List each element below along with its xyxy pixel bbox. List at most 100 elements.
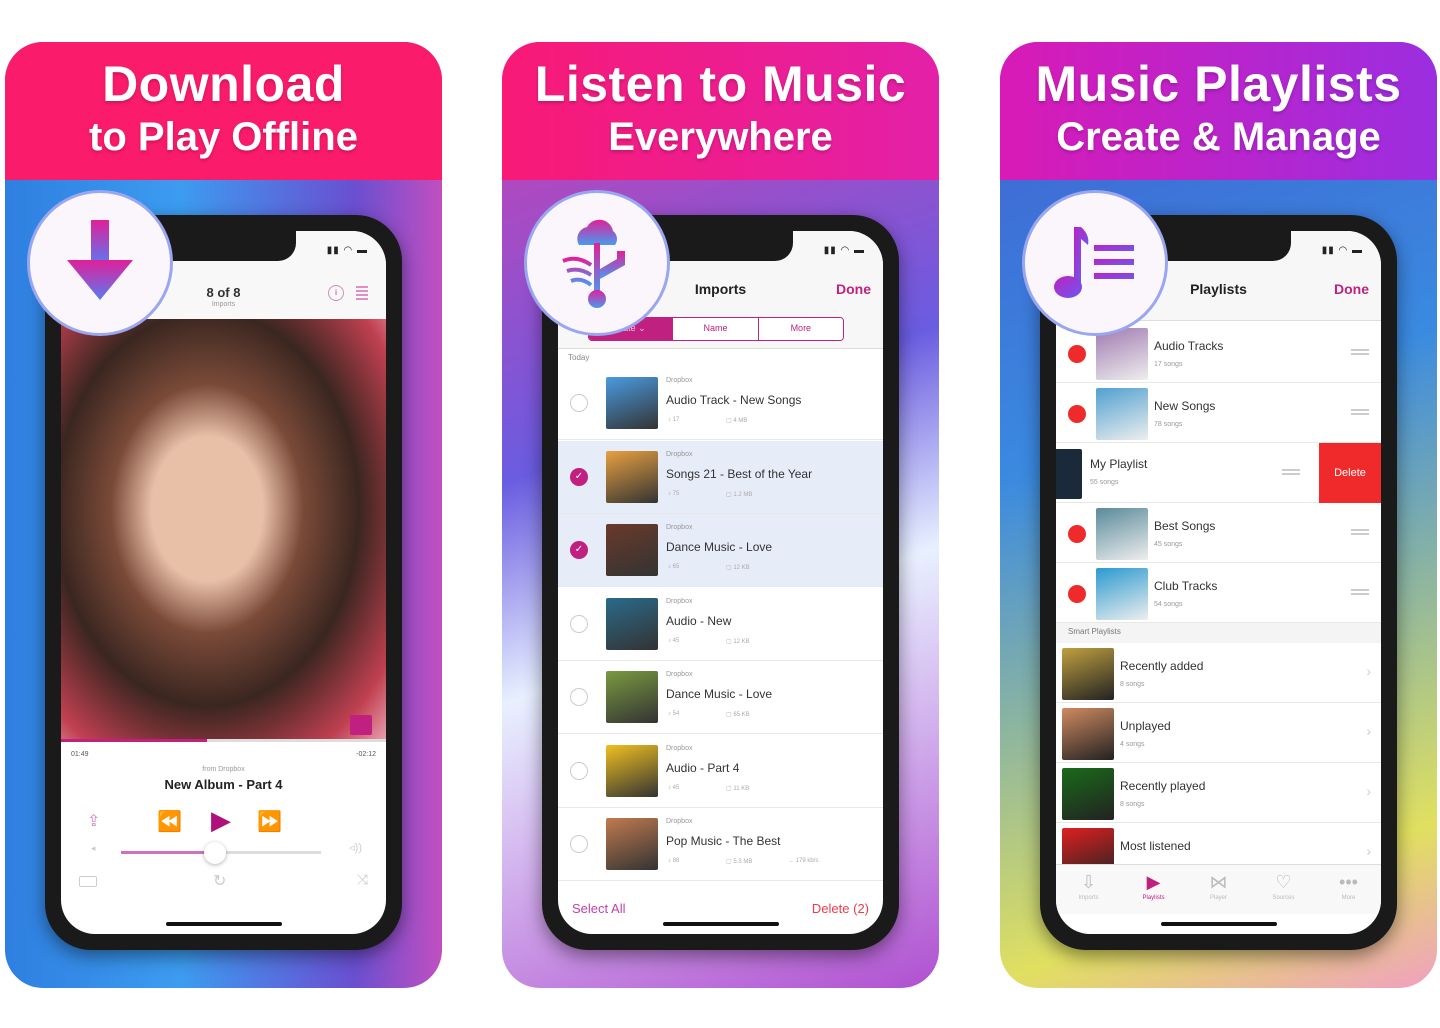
album-art [61,319,386,741]
list-item[interactable]: ✓ Dropbox Dance Music - Love ♪ 65 ▢ 12 KB [558,514,883,587]
reorder-handle-icon[interactable] [1351,409,1369,415]
item-title: Songs 21 - Best of the Year [666,466,813,481]
list-item[interactable]: Dropbox Audio - New ♪ 45 ▢ 12 KB [558,588,883,661]
volume-slider[interactable] [121,842,321,864]
playlist-title: Recently played [1120,779,1206,793]
lyrics-icon[interactable] [350,715,372,735]
item-size: ▢ 1.2 MB [726,491,753,498]
album-thumbnail [606,524,658,576]
playlist-title: Club Tracks [1154,579,1218,593]
playlist-thumbnail [1096,328,1148,380]
section-header: Today [568,353,590,362]
timer-icon[interactable]: ↻ [213,871,226,891]
tab-more[interactable]: ••• More [1316,865,1381,914]
play-button[interactable]: ▶ [211,805,231,836]
list-icon[interactable] [356,286,368,300]
tab-imports[interactable]: ⇩ Imports [1056,865,1121,914]
unchecked-circle-icon[interactable] [570,614,588,633]
playlist-item[interactable]: Best Songs 45 songs [1056,503,1381,563]
reorder-handle-icon[interactable] [1351,589,1369,595]
repeat-icon[interactable] [79,876,97,887]
item-count: ♪ 75 [668,490,680,497]
playlist-song-count: 78 songs [1154,421,1183,428]
reorder-handle-icon[interactable] [1351,529,1369,535]
album-thumbnail [606,597,658,650]
progress-bar[interactable] [61,739,386,742]
item-size: ▢ 11 KB [726,785,750,792]
item-source: Dropbox [666,524,693,531]
fast-forward-button[interactable]: ⏩ [257,809,282,834]
playlist-thumbnail [1096,508,1148,560]
item-source: Dropbox [666,818,693,825]
playlist-song-count: 45 songs [1154,541,1183,548]
reorder-handle-icon[interactable] [1351,349,1369,355]
list-item[interactable]: Dropbox Audio Track - New Songs ♪ 17 ▢ 4 MB [558,367,883,440]
album-thumbnail [606,377,658,429]
playlist-song-count: 54 songs [1154,601,1183,608]
delete-circle-icon[interactable] [1068,525,1086,543]
volume-high-icon: ◃)) [349,842,362,854]
chevron-right-icon: › [1366,783,1371,799]
playlist-song-count: 4 songs [1120,741,1145,748]
playlist-thumbnail [1062,708,1114,760]
done-button[interactable]: Done [1334,281,1369,297]
tab-sources[interactable]: ♡ Sources [1251,865,1316,914]
feature-badge [1022,190,1168,336]
segment-more[interactable]: More [758,318,843,340]
playlist-thumbnail [1062,648,1114,700]
playlist-song-count: 17 songs [1154,361,1183,368]
list-item[interactable]: Dropbox Pop Music - The Best ♪ 88 ▢ 5.3 MB →… [558,808,883,881]
heart-icon: ♡ [1275,872,1292,892]
info-icon[interactable]: i [328,285,344,301]
segment-name[interactable]: Name [673,318,759,340]
playlist-item[interactable]: Club Tracks 54 songs [1056,563,1381,623]
select-all-button[interactable]: Select All [572,901,625,916]
unchecked-circle-icon[interactable] [570,688,588,706]
tab-player[interactable]: ⋈ Player [1186,865,1251,914]
item-count: ♪ 54 [668,711,680,717]
rewind-button[interactable]: ⏪ [157,809,182,834]
playlist-item[interactable]: My Playlist 55 songs Delete [1056,443,1381,503]
tab-label: Imports [1078,895,1099,901]
delete-button[interactable]: Delete [1319,443,1381,503]
panel-playlists: Music Playlists Create & Manage ▮▮ ◠ ▬ P… [1000,42,1437,988]
smart-playlist-item[interactable]: Recently added 8 songs › [1056,643,1381,703]
shuffle-icon[interactable]: ⤨ [357,871,368,888]
tab-playlists[interactable]: ▶ Playlists [1121,865,1186,914]
list-item[interactable]: Dropbox Audio - Part 4 ♪ 45 ▢ 11 KB [558,735,883,808]
playlist-thumbnail [1062,768,1114,820]
share-icon[interactable]: ⇪ [87,811,100,831]
music-list-icon [1054,227,1134,298]
unchecked-circle-icon[interactable] [570,835,588,853]
smart-playlist-item[interactable]: Unplayed 4 songs › [1056,703,1381,763]
checked-circle-icon[interactable]: ✓ [570,541,588,559]
smart-playlist-item[interactable]: Recently played 8 songs › [1056,763,1381,823]
delete-circle-icon[interactable] [1068,345,1086,363]
unchecked-circle-icon[interactable] [570,394,588,412]
playlist-item[interactable]: New Songs 78 songs [1056,383,1381,443]
checked-circle-icon[interactable]: ✓ [570,467,588,486]
status-bar-icons: ▮▮ ◠ ▬ [823,245,865,256]
feature-badge [524,190,670,336]
chevron-right-icon: › [1366,843,1371,859]
playlist-title: Most listened [1120,839,1191,853]
subheadline: Create & Manage [1056,115,1381,159]
section-header: Smart Playlists [1056,623,1381,643]
panel-header: Download to Play Offline [5,42,442,180]
list-item[interactable]: Dropbox Dance Music - Love ♪ 54 ▢ 65 KB [558,661,883,734]
download-tray-icon: ⇩ [1080,872,1097,892]
delete-selected-button[interactable]: Delete (2) [812,901,869,916]
list-item[interactable]: ✓ Dropbox Songs 21 - Best of the Year ♪ 75 ▢… [558,440,883,514]
item-size: ▢ 65 KB [726,712,750,718]
delete-circle-icon[interactable] [1068,585,1086,603]
headline: Listen to Music [534,56,907,112]
tab-label: Sources [1272,895,1295,901]
done-button[interactable]: Done [836,281,871,297]
chevron-right-icon: › [1366,663,1371,679]
item-title: Dance Music - Love [666,540,773,554]
playlist-title: Unplayed [1120,719,1171,733]
unchecked-circle-icon[interactable] [570,761,588,780]
item-title: Pop Music - The Best [666,834,781,848]
reorder-handle-icon[interactable] [1282,469,1300,475]
delete-circle-icon[interactable] [1068,405,1086,423]
